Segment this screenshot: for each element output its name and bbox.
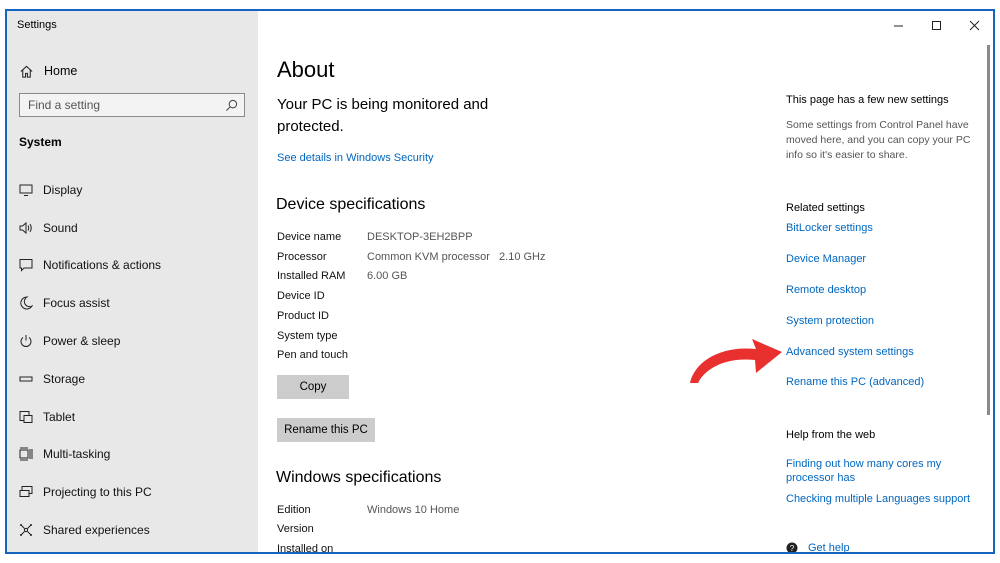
- remote-desktop-link[interactable]: Remote desktop: [786, 284, 866, 296]
- spec-row: Installed RAM 6.00 GB: [277, 270, 407, 282]
- home-icon: [20, 65, 33, 78]
- window-controls: [879, 11, 993, 39]
- spec-row: Edition Windows 10 Home: [277, 504, 459, 516]
- sidebar-item-multitasking[interactable]: Multi-tasking: [7, 436, 258, 474]
- rename-pc-button[interactable]: Rename this PC: [277, 418, 375, 442]
- spec-row: Device name DESKTOP-3EH2BPP: [277, 231, 473, 243]
- minimize-icon: [893, 25, 903, 26]
- copy-button[interactable]: Copy: [277, 375, 349, 399]
- get-help-label: Get help: [808, 542, 850, 554]
- new-settings-title: This page has a few new settings: [786, 94, 949, 106]
- help-icon: ?: [786, 542, 798, 553]
- display-icon: [19, 183, 33, 197]
- spec-key: Product ID: [277, 310, 329, 322]
- sidebar-nav: Display Sound Notifications & actions Fo…: [7, 171, 258, 549]
- new-settings-description: Some settings from Control Panel have mo…: [786, 119, 971, 161]
- settings-window: Settings Home System Display Sound Notif…: [5, 9, 995, 554]
- search-box[interactable]: [19, 93, 245, 117]
- page-title: About: [277, 57, 335, 82]
- multitasking-icon: [19, 447, 33, 461]
- sidebar-item-label: Storage: [43, 371, 86, 386]
- tablet-icon: [19, 410, 33, 424]
- annotation-arrow-icon: [690, 339, 782, 383]
- sidebar-item-projecting[interactable]: Projecting to this PC: [7, 473, 258, 511]
- related-settings-title: Related settings: [786, 202, 865, 214]
- spec-row: Processor Common KVM processor 2.10 GHz: [277, 251, 546, 263]
- device-manager-link[interactable]: Device Manager: [786, 253, 866, 265]
- search-input[interactable]: [28, 98, 225, 112]
- sidebar-item-label: Shared experiences: [43, 523, 150, 538]
- sidebar: Settings Home System Display Sound Notif…: [7, 11, 258, 552]
- minimize-button[interactable]: [879, 11, 917, 39]
- main-content: About Your PC is being monitored and pro…: [258, 11, 993, 552]
- storage-icon: [19, 372, 33, 386]
- windows-specs-heading: Windows specifications: [276, 469, 442, 486]
- search-icon[interactable]: [225, 99, 238, 112]
- power-icon: [19, 334, 33, 348]
- spec-key: Version: [277, 523, 314, 535]
- system-protection-link[interactable]: System protection: [786, 315, 874, 327]
- advanced-system-settings-link[interactable]: Advanced system settings: [786, 346, 914, 358]
- windows-security-link[interactable]: See details in Windows Security: [277, 152, 434, 164]
- moon-icon: [19, 296, 33, 310]
- close-button[interactable]: [955, 11, 993, 39]
- device-specs-heading: Device specifications: [276, 196, 426, 213]
- security-status-text: Your PC is being monitored and protected…: [277, 96, 489, 135]
- sidebar-item-shared-experiences[interactable]: Shared experiences: [7, 511, 258, 549]
- spec-key: Pen and touch: [277, 349, 348, 361]
- spec-key: Installed RAM: [277, 270, 346, 282]
- spec-key: Device name: [277, 231, 342, 243]
- close-icon: [969, 20, 979, 30]
- spec-row: Pen and touch: [277, 349, 367, 361]
- sidebar-item-focus-assist[interactable]: Focus assist: [7, 284, 258, 322]
- sidebar-item-label: Sound: [43, 220, 78, 235]
- spec-value: Windows 10 Home: [367, 504, 460, 516]
- sidebar-item-label: Multi-tasking: [43, 447, 111, 462]
- maximize-icon: [931, 20, 941, 30]
- scrollbar[interactable]: [987, 45, 990, 415]
- sound-icon: [19, 221, 33, 235]
- spec-key: Edition: [277, 504, 311, 516]
- sidebar-item-label: Power & sleep: [43, 334, 121, 349]
- sidebar-item-power-sleep[interactable]: Power & sleep: [7, 322, 258, 360]
- section-label: System: [19, 135, 62, 149]
- spec-key: Device ID: [277, 290, 325, 302]
- maximize-button[interactable]: [917, 11, 955, 39]
- shared-icon: [19, 523, 33, 537]
- projecting-icon: [19, 485, 33, 499]
- sidebar-item-label: Notifications & actions: [43, 258, 162, 273]
- sidebar-item-tablet[interactable]: Tablet: [7, 398, 258, 436]
- sidebar-item-sound[interactable]: Sound: [7, 209, 258, 247]
- sidebar-item-notifications[interactable]: Notifications & actions: [7, 247, 258, 285]
- sidebar-item-label: Focus assist: [43, 296, 110, 311]
- home-nav-item[interactable]: Home: [19, 59, 77, 83]
- spec-row: Installed on: [277, 543, 367, 554]
- spec-row: Version: [277, 523, 367, 535]
- notifications-icon: [19, 258, 33, 273]
- bitlocker-settings-link[interactable]: BitLocker settings: [786, 222, 873, 234]
- spec-value: DESKTOP-3EH2BPP: [367, 231, 473, 243]
- sidebar-item-display[interactable]: Display: [7, 171, 258, 209]
- spec-row: System type: [277, 330, 367, 342]
- get-help-link[interactable]: ? Get help: [786, 542, 850, 554]
- languages-help-link[interactable]: Checking multiple Languages support: [786, 493, 970, 505]
- spec-value: Common KVM processor 2.10 GHz: [367, 251, 546, 263]
- home-label: Home: [44, 64, 78, 78]
- spec-key: Processor: [277, 251, 327, 263]
- spec-value: 6.00 GB: [367, 270, 408, 282]
- sidebar-item-label: Tablet: [43, 409, 76, 424]
- sidebar-item-storage[interactable]: Storage: [7, 360, 258, 398]
- sidebar-item-label: Display: [43, 182, 83, 197]
- spec-row: Device ID: [277, 290, 367, 302]
- cores-help-link[interactable]: Finding out how many cores my processor …: [786, 457, 966, 485]
- rename-pc-advanced-link[interactable]: Rename this PC (advanced): [786, 376, 924, 388]
- svg-text:?: ?: [790, 544, 795, 553]
- spec-key: System type: [277, 330, 338, 342]
- sidebar-item-label: Projecting to this PC: [43, 485, 152, 500]
- spec-row: Product ID: [277, 310, 367, 322]
- window-title: Settings: [17, 19, 57, 31]
- spec-key: Installed on: [277, 543, 334, 554]
- help-title: Help from the web: [786, 429, 876, 441]
